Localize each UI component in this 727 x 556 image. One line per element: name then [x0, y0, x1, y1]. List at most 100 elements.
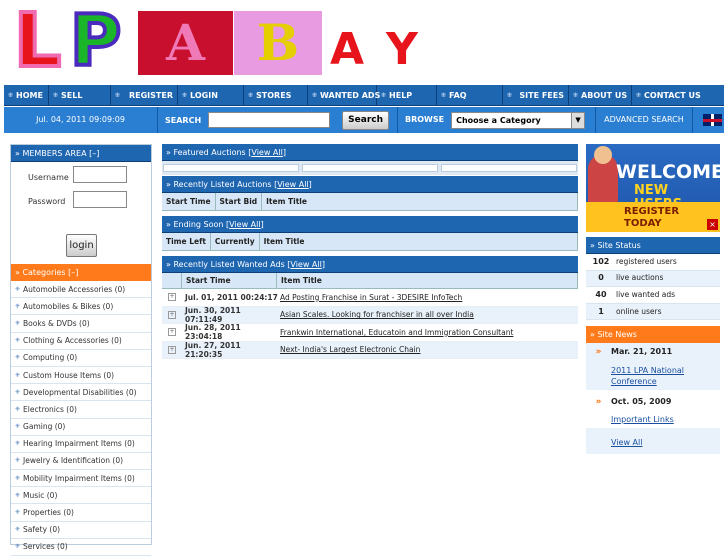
bullet-icon: ⁜: [15, 457, 21, 465]
recent-view-all-link[interactable]: View All: [277, 180, 308, 189]
expand-icon[interactable]: +: [168, 293, 176, 302]
bullet-icon: ⁜: [15, 319, 21, 327]
nav-faq[interactable]: ⁜ FAQ: [437, 85, 503, 105]
bullet-icon: ⁜: [15, 526, 21, 534]
wanted-row: + Jun. 28, 2011 23:04:18 Frankwin Internat…: [162, 323, 578, 342]
featured-title: » Featured Auctions [: [166, 148, 252, 157]
categories-header[interactable]: » Categories [–]: [11, 264, 151, 281]
expand-icon[interactable]: +: [168, 310, 176, 319]
members-area-header[interactable]: » MEMBERS AREA [–]: [11, 145, 151, 162]
nav-contact-us[interactable]: ⁜ CONTACT US: [632, 85, 704, 105]
nav-label: STORES: [256, 90, 292, 100]
featured-view-all-link[interactable]: View All: [251, 148, 282, 157]
wanted-columns: Start Time Item Title: [162, 272, 578, 289]
wanted-bracket: ]: [321, 260, 325, 269]
bullet-icon: ⁜: [53, 91, 59, 99]
left-sidebar: » MEMBERS AREA [–] Username Password log…: [10, 144, 152, 556]
category-item[interactable]: ⁜ Hearing Impairment Items (0): [11, 436, 151, 453]
category-label: Hearing Impairment Items (0): [23, 439, 135, 449]
category-item[interactable]: ⁜ Developmental Disabilities (0): [11, 384, 151, 402]
nav-wanted-ads[interactable]: ⁜ WANTED ADS: [308, 85, 380, 105]
recent-auctions: » Recently Listed Auctions [View All] St…: [162, 176, 578, 211]
nav-stores[interactable]: ⁜ STORES: [244, 85, 308, 105]
chevron-right-icon: »: [595, 397, 602, 407]
ending-soon: » Ending Soon [View All] Time Left Curren…: [162, 216, 578, 251]
expand-icon[interactable]: +: [168, 345, 176, 354]
nav-sell[interactable]: ⁜ SELL: [49, 85, 111, 105]
category-item[interactable]: ⁜ Books & DVDs (0): [11, 315, 151, 333]
category-item[interactable]: ⁜ Safety (0): [11, 522, 151, 539]
close-icon[interactable]: ×: [707, 219, 718, 230]
nav-home[interactable]: ⁜ HOME: [4, 85, 49, 105]
site-news: » Site News » Mar. 21, 2011 2011 LPA Nati…: [586, 326, 720, 454]
bullet-icon: ⁜: [15, 354, 21, 362]
search-input[interactable]: [208, 112, 331, 128]
category-select[interactable]: Choose a Category ▼: [451, 111, 586, 129]
bullet-icon: ⁜: [15, 440, 21, 448]
expand-icon[interactable]: +: [168, 328, 176, 337]
featured-slots: [162, 161, 578, 175]
uk-flag-icon[interactable]: [702, 114, 722, 126]
ending-bracket: ]: [260, 220, 264, 229]
wanted-title-link[interactable]: Ad Posting Franchise in Surat - 3DESIRE …: [280, 293, 462, 302]
category-item[interactable]: ⁜ Automobiles & Bikes (0): [11, 298, 151, 316]
col-start-time: Start Time: [182, 272, 277, 289]
site-logo[interactable]: L P A B A Y: [0, 0, 727, 84]
category-item[interactable]: ⁜ Mobility Impairment Items (0): [11, 470, 151, 488]
status-list: 102 registered users 0 live auctions 40 live …: [586, 254, 720, 321]
category-label: Safety (0): [23, 525, 61, 535]
wanted-title-link[interactable]: Frankwin International, Educatoin and Im…: [280, 328, 513, 337]
category-item[interactable]: ⁜ Automobile Accessories (0): [11, 281, 151, 299]
bullet-icon: ⁜: [15, 405, 21, 413]
category-item[interactable]: ⁜ Electronics (0): [11, 401, 151, 419]
ending-title: » Ending Soon [: [166, 220, 230, 229]
logo-block-b: B: [234, 11, 322, 75]
advanced-search-link[interactable]: ADVANCED SEARCH: [595, 107, 693, 133]
news-link[interactable]: 2011 LPA National Conference: [586, 361, 720, 387]
news-view-all-link[interactable]: View All: [586, 428, 720, 454]
wanted-date: Jun. 27, 2011 21:20:35: [185, 340, 241, 359]
status-row: 102 registered users: [586, 254, 720, 271]
wanted-title-link[interactable]: Next- India's Largest Electronic Chain: [280, 345, 420, 354]
username-field[interactable]: [73, 166, 127, 183]
bullet-icon: ⁜: [15, 474, 21, 482]
wanted-title-link[interactable]: Asian Scales. Looking for franchiser in …: [280, 310, 474, 319]
category-item[interactable]: ⁜ Clothing & Accessories (0): [11, 333, 151, 350]
nav-help[interactable]: ⁜ HELP: [377, 85, 437, 105]
news-link[interactable]: Important Links: [586, 411, 720, 425]
site-news-header: » Site News: [586, 326, 720, 343]
bullet-icon: ⁜: [15, 371, 21, 379]
category-label: Computing (0): [23, 353, 78, 363]
category-item[interactable]: ⁜ Jewelry & Identification (0): [11, 453, 151, 471]
category-item[interactable]: ⁜ Music (0): [11, 487, 151, 505]
bullet-icon: ⁜: [15, 543, 21, 551]
ending-view-all-link[interactable]: View All: [229, 220, 260, 229]
welcome-banner[interactable]: WELCOME NEW USERS REGISTER TODAY ×: [586, 144, 720, 232]
category-label: Music (0): [23, 490, 58, 500]
category-item[interactable]: ⁜ Properties (0): [11, 504, 151, 522]
news-item: » Mar. 21, 2011 2011 LPA National Confere…: [586, 343, 720, 390]
nav-login[interactable]: ⁜ LOGIN: [178, 85, 244, 105]
status-label: live wanted ads: [616, 289, 676, 299]
col-start-bid: Start Bid: [216, 192, 263, 211]
nav-site-fees[interactable]: ⁜ SITE FEES: [503, 85, 569, 105]
category-item[interactable]: ⁜ Custom House Items (0): [11, 367, 151, 385]
nav-about-us[interactable]: ⁜ ABOUT US: [569, 85, 632, 105]
bullet-icon: ⁜: [381, 91, 387, 99]
chevron-down-icon: ▼: [571, 112, 585, 128]
login-button[interactable]: login: [66, 234, 97, 257]
password-field[interactable]: [73, 191, 127, 208]
bullet-icon: ⁜: [441, 91, 447, 99]
status-count: 40: [595, 289, 607, 299]
wanted-view-all-link[interactable]: View All: [290, 260, 321, 269]
search-button[interactable]: Search: [342, 110, 389, 130]
status-count: 0: [598, 273, 604, 283]
category-item[interactable]: ⁜ Computing (0): [11, 350, 151, 367]
nav-register[interactable]: ⁜ REGISTER: [111, 85, 178, 105]
banner-welcome: WELCOME: [616, 161, 720, 183]
category-item[interactable]: ⁜ Gaming (0): [11, 419, 151, 436]
bullet-icon: ⁜: [115, 91, 121, 99]
category-item[interactable]: ⁜ Services (0): [11, 539, 151, 556]
chevron-right-icon: »: [595, 347, 602, 357]
recent-columns: Start Time Start Bid Item Title: [162, 192, 578, 211]
